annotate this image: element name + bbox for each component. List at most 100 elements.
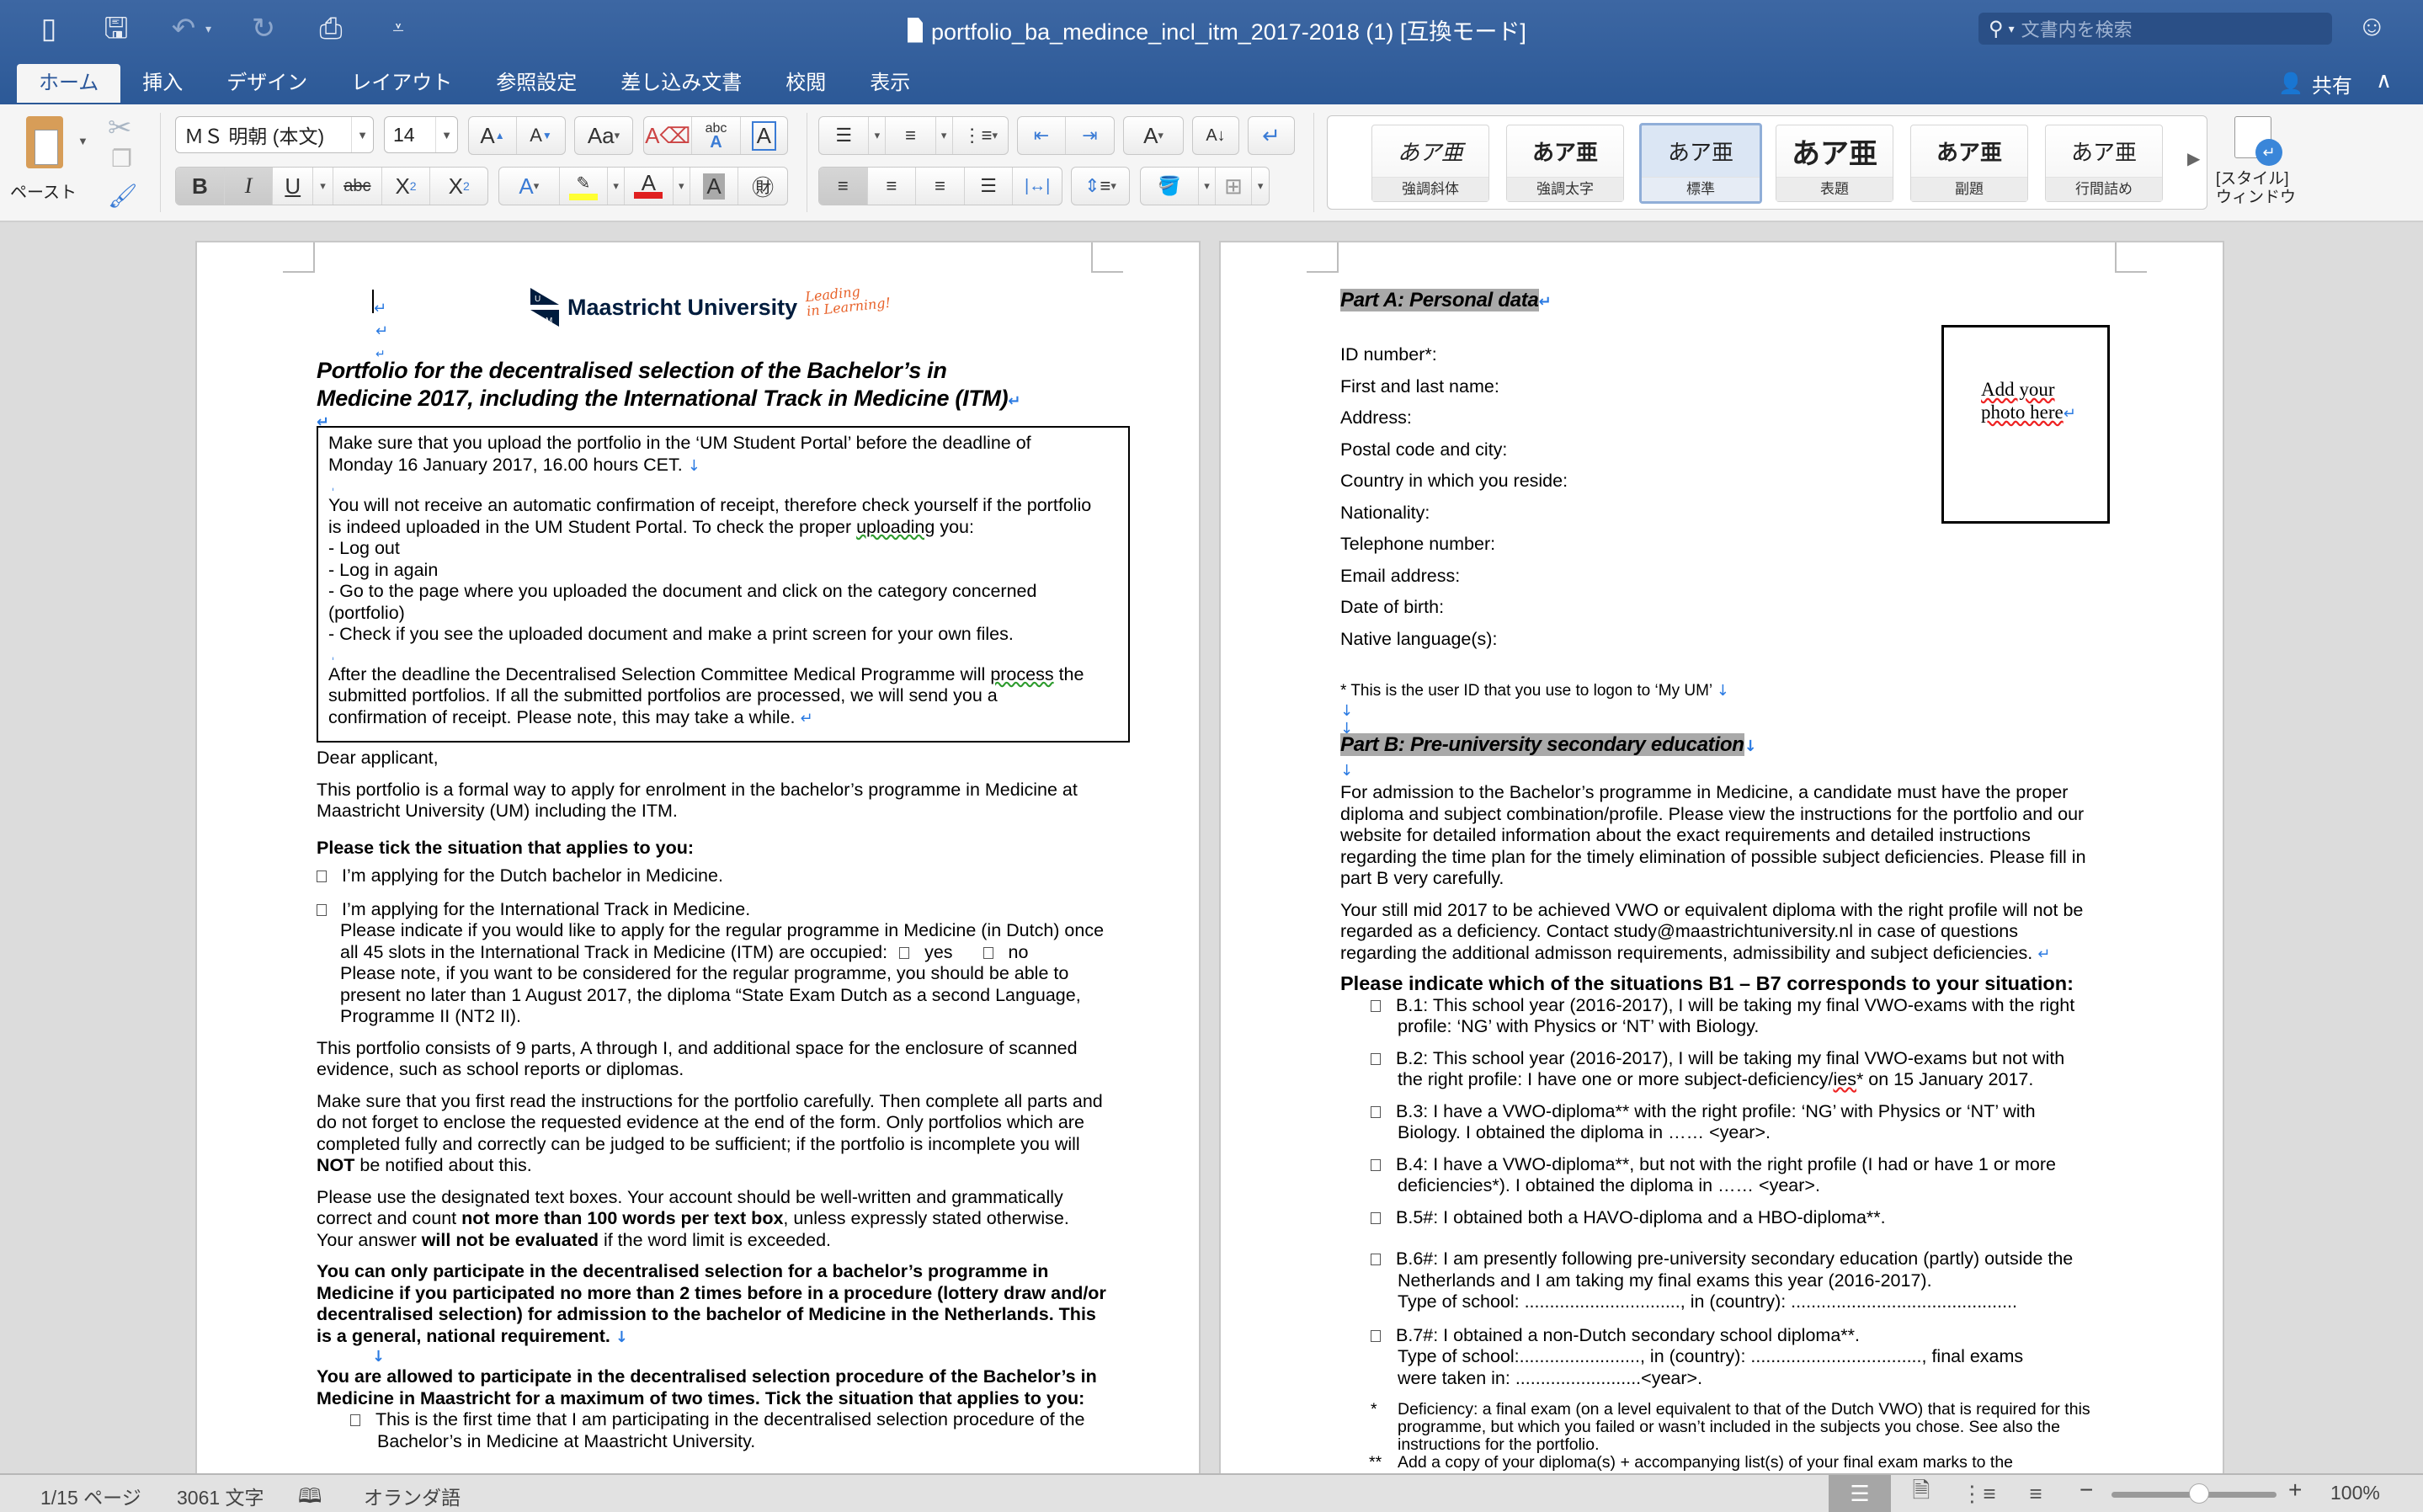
style-normal[interactable]: あア亜 標準 bbox=[1639, 123, 1762, 204]
checkbox-no[interactable] bbox=[983, 946, 993, 959]
checkbox-dutch-bachelor[interactable] bbox=[317, 870, 327, 882]
search-document-input[interactable]: ⚲ ▾ 文書内を検索 bbox=[1978, 13, 2332, 45]
checkbox-b7[interactable] bbox=[1371, 1329, 1381, 1342]
tab-view[interactable]: 表示 bbox=[848, 64, 932, 103]
sort-button[interactable]: A↓ bbox=[1192, 116, 1239, 155]
align-right-button[interactable]: ≡ bbox=[916, 168, 965, 205]
outline-view-button[interactable]: ⋮≡ bbox=[1955, 1475, 2002, 1512]
zoom-in-button[interactable]: + bbox=[2288, 1477, 2302, 1504]
sidebar-icon[interactable]: ▯ bbox=[34, 13, 64, 44]
underline-button[interactable]: U bbox=[273, 168, 314, 205]
style-title[interactable]: あア亜 表題 bbox=[1776, 125, 1893, 202]
underline-dropdown-icon[interactable]: ▾ bbox=[313, 168, 333, 205]
change-case-button[interactable]: Aa ▾ bbox=[574, 116, 633, 155]
font-name-select[interactable]: ＭＳ 明朝 (本文) ▼ bbox=[175, 116, 374, 153]
strikethrough-button[interactable]: abc bbox=[333, 168, 382, 205]
shading-dropdown-icon[interactable]: ▾ bbox=[1199, 168, 1216, 205]
grammar-flagged-word[interactable]: uploading bbox=[856, 517, 935, 537]
undo-icon[interactable]: ↶ bbox=[168, 13, 199, 44]
option-b7-fill[interactable]: were taken in: .........................… bbox=[1371, 1368, 2149, 1390]
zoom-out-button[interactable]: − bbox=[2080, 1477, 2093, 1504]
justify-button[interactable]: ☰ bbox=[965, 168, 1014, 205]
distributed-button[interactable]: |↔| bbox=[1013, 168, 1062, 205]
field-native-language[interactable]: Native language(s): bbox=[1340, 624, 2149, 656]
bullets-dropdown-icon[interactable]: ▾ bbox=[869, 117, 887, 154]
undo-dropdown-icon[interactable]: ▾ bbox=[205, 22, 211, 36]
field-date-of-birth[interactable]: Date of birth: bbox=[1340, 592, 2149, 624]
language-indicator[interactable]: オランダ語 bbox=[364, 1482, 461, 1510]
print-layout-view-button[interactable]: ☰ bbox=[1829, 1475, 1891, 1512]
checkbox-itm[interactable] bbox=[317, 903, 327, 916]
checkbox-b3[interactable] bbox=[1371, 1105, 1381, 1118]
checkbox-b5[interactable] bbox=[1371, 1211, 1381, 1224]
character-spacing-button[interactable]: A ▾ bbox=[1123, 116, 1184, 155]
shrink-font-icon[interactable]: A ▼ bbox=[517, 117, 565, 154]
text-effects-button[interactable]: A ▾ bbox=[499, 168, 560, 205]
tab-insert[interactable]: 挿入 bbox=[120, 64, 205, 103]
field-telephone[interactable]: Telephone number: bbox=[1340, 529, 2149, 561]
zoom-slider-handle[interactable] bbox=[2188, 1483, 2209, 1504]
numbering-dropdown-icon[interactable]: ▾ bbox=[936, 117, 953, 154]
borders-icon[interactable]: ⊞ bbox=[1216, 168, 1253, 205]
page-1[interactable]: ↵ ↵ ↵ U M Maastricht University Leading in … bbox=[197, 242, 1199, 1473]
checkbox-yes[interactable] bbox=[899, 946, 910, 959]
feedback-smiley-icon[interactable]: ☺ bbox=[2357, 10, 2387, 43]
tab-mailings[interactable]: 差し込み文書 bbox=[599, 64, 764, 103]
line-spacing-button[interactable]: ⇕ ≡ ▾ bbox=[1071, 167, 1130, 205]
checkbox-b1[interactable] bbox=[1371, 999, 1381, 1012]
subscript-button[interactable]: X2 bbox=[382, 168, 431, 205]
tab-references[interactable]: 参照設定 bbox=[474, 64, 599, 103]
numbering-icon[interactable]: ≡ bbox=[886, 117, 936, 154]
align-center-button[interactable]: ≡ bbox=[868, 168, 917, 205]
font-color-button[interactable]: A bbox=[625, 168, 674, 205]
tab-home[interactable]: ホーム bbox=[17, 64, 121, 103]
document-canvas[interactable]: ↵ ↵ ↵ U M Maastricht University Leading in … bbox=[0, 222, 2423, 1473]
styles-next-icon[interactable]: ▶ bbox=[2187, 148, 2200, 169]
increase-indent-icon[interactable]: ⇥ bbox=[1066, 117, 1114, 154]
tab-review[interactable]: 校閲 bbox=[764, 64, 848, 103]
paste-button[interactable]: ペースト bbox=[10, 113, 77, 202]
checkbox-b4[interactable] bbox=[1371, 1158, 1381, 1171]
phonetic-guide-icon[interactable]: abc A bbox=[692, 117, 741, 154]
customize-dropdown-icon[interactable]: ⩡ bbox=[383, 13, 413, 44]
word-count[interactable]: 3061 文字 bbox=[177, 1482, 264, 1510]
enclose-characters-icon[interactable]: ㊖ bbox=[738, 168, 787, 205]
option-b7-fill[interactable]: Type of school:........................,… bbox=[1371, 1346, 2149, 1368]
bullets-icon[interactable]: ☰ bbox=[819, 117, 870, 154]
checkbox-b6[interactable] bbox=[1371, 1254, 1381, 1265]
proofing-icon[interactable]: 🕮 bbox=[298, 1482, 322, 1512]
page-count[interactable]: 1/15 ページ bbox=[40, 1482, 141, 1510]
spelling-flagged-word[interactable]: ies bbox=[1833, 1069, 1856, 1089]
save-icon[interactable]: 🖫 bbox=[101, 13, 131, 44]
align-left-button[interactable]: ≡ bbox=[819, 168, 868, 205]
clear-formatting-icon[interactable]: A⌫ bbox=[644, 117, 693, 154]
redo-icon[interactable]: ↻ bbox=[248, 13, 279, 44]
show-marks-button[interactable]: ↵ bbox=[1248, 116, 1295, 155]
borders-dropdown-icon[interactable]: ▾ bbox=[1252, 168, 1269, 205]
zoom-level[interactable]: 100% bbox=[2330, 1482, 2380, 1504]
bold-button[interactable]: B bbox=[176, 168, 225, 205]
draft-view-button[interactable]: ≡ bbox=[2012, 1475, 2059, 1512]
format-painter-icon[interactable]: 🖌 bbox=[108, 182, 138, 210]
multilevel-list-icon[interactable]: ⋮≡ ▾ bbox=[953, 117, 1008, 154]
grow-font-icon[interactable]: A ▲ bbox=[469, 117, 518, 154]
checkbox-b2[interactable] bbox=[1371, 1052, 1381, 1065]
highlight-dropdown-icon[interactable]: ▾ bbox=[608, 168, 626, 205]
page-2[interactable]: Part A: Personal data↵ ID number*: First… bbox=[1221, 242, 2223, 1473]
option-b6-fill[interactable]: Type of school: ........................… bbox=[1371, 1291, 2149, 1313]
photo-box[interactable]: Add your photo here↵ bbox=[1941, 325, 2110, 524]
web-layout-view-button[interactable]: 🗎 bbox=[1898, 1475, 1945, 1512]
share-button[interactable]: 👤 共有 bbox=[2278, 69, 2352, 98]
search-dropdown-icon[interactable]: ▾ bbox=[2009, 22, 2015, 36]
checkbox-first-time[interactable] bbox=[350, 1414, 360, 1426]
field-email[interactable]: Email address: bbox=[1340, 561, 2149, 593]
grammar-flagged-word[interactable]: process bbox=[990, 664, 1053, 684]
collapse-ribbon-icon[interactable]: ∧ bbox=[2376, 67, 2392, 93]
shading-icon[interactable]: 🪣 bbox=[1141, 168, 1200, 205]
print-icon[interactable]: ⎙ bbox=[316, 13, 346, 44]
style-emphasis-italic[interactable]: あア亜 強調斜体 bbox=[1371, 125, 1489, 202]
paste-dropdown-icon[interactable]: ▼ bbox=[77, 135, 88, 147]
font-color-dropdown-icon[interactable]: ▾ bbox=[674, 168, 690, 205]
tab-layout[interactable]: レイアウト bbox=[329, 64, 474, 103]
superscript-button[interactable]: X2 bbox=[430, 168, 487, 205]
